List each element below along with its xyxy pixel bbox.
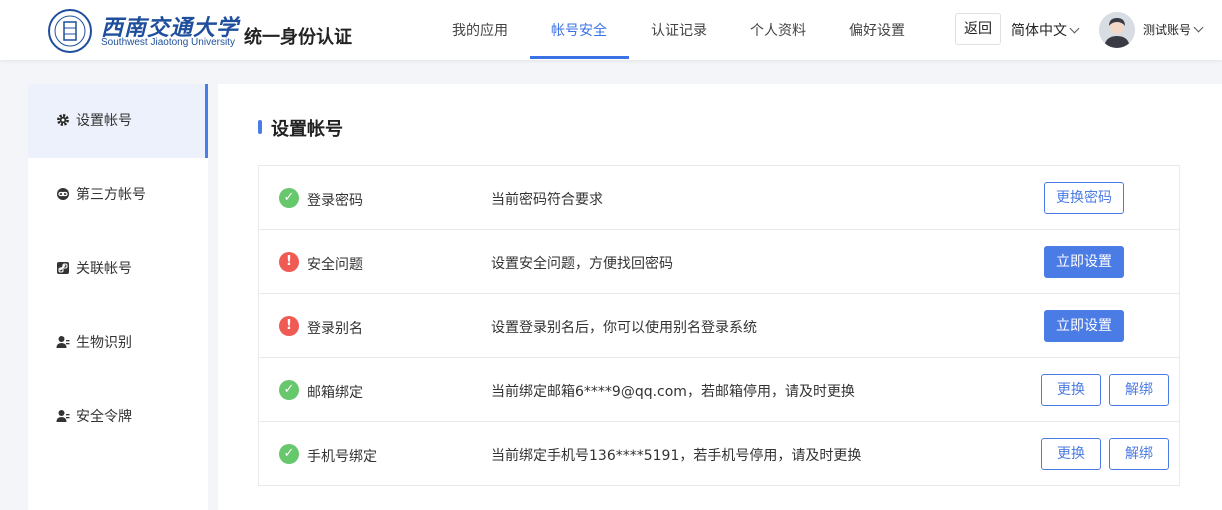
sidebar-item-label: 设置帐号: [76, 113, 132, 129]
row-description: 当前绑定手机号136****5191，若手机号停用，请及时更换: [491, 448, 862, 464]
check-circle-icon: ✓: [279, 444, 299, 464]
row-description: 当前密码符合要求: [491, 192, 603, 208]
nav-auth-records[interactable]: 认证记录: [651, 20, 707, 40]
back-button[interactable]: 返回: [955, 13, 1001, 45]
settings-row-email: ✓ 邮箱绑定 当前绑定邮箱6****9@qq.com，若邮箱停用，请及时更换 更…: [259, 358, 1179, 422]
change-email-button[interactable]: 更换: [1041, 374, 1101, 406]
link-icon: [57, 188, 69, 200]
section-title: 设置帐号: [271, 119, 343, 140]
setup-security-question-button[interactable]: 立即设置: [1044, 246, 1124, 278]
university-name-en: Southwest Jiaotong University: [101, 37, 235, 48]
row-name: 手机号绑定: [307, 449, 377, 465]
row-name: 邮箱绑定: [307, 385, 363, 401]
sidebar-item-account-settings[interactable]: 设置帐号: [28, 84, 208, 158]
user-menu[interactable]: 测试账号: [1143, 21, 1204, 38]
row-name: 登录密码: [307, 193, 363, 209]
nav-active-indicator: [530, 56, 629, 59]
user-avatar-icon: [1099, 12, 1135, 48]
sidebar-item-biometrics[interactable]: 生物识别: [28, 306, 208, 380]
sidebar-item-third-party[interactable]: 第三方帐号: [28, 158, 208, 232]
check-circle-icon: ✓: [279, 188, 299, 208]
nav-account-security[interactable]: 帐号安全: [551, 20, 607, 40]
sidebar-item-label: 第三方帐号: [76, 187, 146, 203]
gear-icon: [57, 114, 69, 126]
row-name: 登录别名: [307, 321, 363, 337]
setup-login-alias-button[interactable]: 立即设置: [1044, 310, 1124, 342]
nav-preferences[interactable]: 偏好设置: [849, 20, 905, 40]
unbind-email-button[interactable]: 解绑: [1109, 374, 1169, 406]
chain-icon: [57, 262, 69, 274]
sidebar-item-label: 关联帐号: [76, 261, 132, 277]
sidebar-item-label: 安全令牌: [76, 409, 132, 425]
sidebar-item-security-token[interactable]: 安全令牌: [28, 380, 208, 454]
sidebar: 设置帐号 第三方帐号 关联帐号 生物识别 安全令牌: [28, 84, 208, 510]
change-phone-button[interactable]: 更换: [1041, 438, 1101, 470]
main-panel: 设置帐号 ✓ 登录密码 当前密码符合要求 更换密码 ! 安全问题 设置安全问题，…: [218, 84, 1222, 510]
nav-my-apps[interactable]: 我的应用: [452, 20, 508, 40]
section-title-marker: [258, 120, 262, 134]
row-name: 安全问题: [307, 257, 363, 273]
row-description: 当前绑定邮箱6****9@qq.com，若邮箱停用，请及时更换: [491, 384, 855, 400]
language-selector[interactable]: 简体中文: [1011, 20, 1080, 40]
row-description: 设置安全问题，方便找回密码: [491, 256, 673, 272]
check-circle-icon: ✓: [279, 380, 299, 400]
exclamation-circle-icon: !: [279, 252, 299, 272]
chevron-down-icon: [1069, 23, 1080, 34]
sidebar-item-label: 生物识别: [76, 335, 132, 351]
top-header: 西南交通大学 Southwest Jiaotong University 统一身…: [0, 0, 1222, 60]
sidebar-item-linked-accounts[interactable]: 关联帐号: [28, 232, 208, 306]
person-icon: [56, 336, 70, 348]
settings-row-login-alias: ! 登录别名 设置登录别名后，你可以使用别名登录系统 立即设置: [259, 294, 1179, 358]
nav-profile[interactable]: 个人资料: [750, 20, 806, 40]
settings-row-password: ✓ 登录密码 当前密码符合要求 更换密码: [259, 166, 1179, 230]
row-description: 设置登录别名后，你可以使用别名登录系统: [491, 320, 757, 336]
avatar[interactable]: [1099, 12, 1135, 48]
person-icon: [56, 410, 70, 422]
university-seal-logo[interactable]: [47, 8, 93, 54]
settings-table: ✓ 登录密码 当前密码符合要求 更换密码 ! 安全问题 设置安全问题，方便找回密…: [258, 165, 1180, 486]
unbind-phone-button[interactable]: 解绑: [1109, 438, 1169, 470]
settings-row-security-question: ! 安全问题 设置安全问题，方便找回密码 立即设置: [259, 230, 1179, 294]
language-label: 简体中文: [1011, 23, 1067, 39]
settings-row-phone: ✓ 手机号绑定 当前绑定手机号136****5191，若手机号停用，请及时更换 …: [259, 422, 1179, 485]
chevron-down-icon: [1193, 22, 1204, 33]
username: 测试账号: [1143, 23, 1192, 37]
exclamation-circle-icon: !: [279, 316, 299, 336]
app-title: 统一身份认证: [244, 27, 352, 48]
change-password-button[interactable]: 更换密码: [1044, 182, 1124, 214]
